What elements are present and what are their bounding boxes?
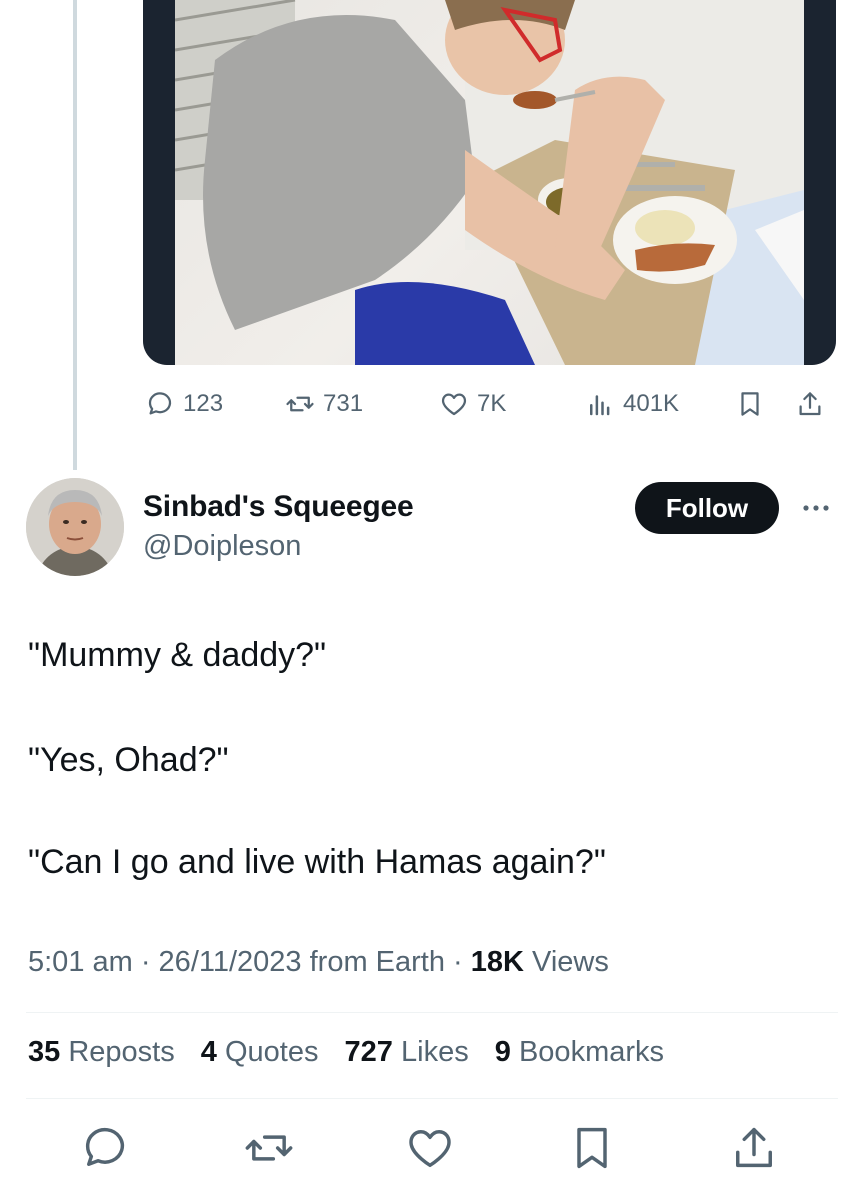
repost-action[interactable]: 731: [285, 382, 363, 426]
tweet-stats: 35 Reposts 4 Quotes 727 Likes 9 Bookmark…: [28, 1036, 682, 1069]
views-action[interactable]: 401K: [585, 382, 679, 426]
reply-count: 123: [183, 390, 224, 417]
repost-button[interactable]: [243, 1122, 295, 1174]
quotes-stat[interactable]: 4 Quotes: [201, 1036, 319, 1068]
bookmark-button[interactable]: [566, 1122, 618, 1174]
views-count: 401K: [623, 390, 680, 417]
media-photo[interactable]: [175, 0, 804, 365]
likes-count: 727: [344, 1036, 393, 1068]
bookmark-action[interactable]: [735, 382, 765, 426]
reply-icon: [85, 1127, 125, 1166]
photo-illustration: [175, 0, 804, 365]
bookmarks-count: 9: [494, 1036, 511, 1068]
divider: [26, 1012, 838, 1013]
tweet-media[interactable]: [143, 0, 836, 365]
divider: [26, 1098, 838, 1099]
reposts-stat[interactable]: 35 Reposts: [28, 1036, 175, 1068]
repost-icon: [245, 1135, 293, 1161]
quotes-label: Quotes: [216, 1036, 319, 1068]
author-display-name[interactable]: Sinbad's Squeegee: [143, 490, 414, 524]
views-label: Views: [523, 946, 609, 978]
parent-tweet-actions: 123 731 7K 401K: [143, 382, 843, 426]
views-icon: [590, 395, 610, 416]
repost-icon: [286, 396, 314, 412]
reply-button[interactable]: [79, 1122, 131, 1174]
tweet-actions: [0, 1122, 863, 1178]
avatar[interactable]: [26, 478, 124, 576]
reply-icon: [148, 392, 172, 415]
thread-connector: [73, 0, 77, 470]
tweet-text-line-3: "Can I go and live with Hamas again?": [28, 843, 606, 881]
avatar-photo: [26, 478, 124, 576]
share-action[interactable]: [795, 382, 825, 426]
share-button[interactable]: [728, 1122, 780, 1174]
likes-label: Likes: [392, 1036, 469, 1068]
like-icon: [441, 393, 467, 416]
share-icon: [799, 392, 821, 416]
follow-button[interactable]: Follow: [635, 482, 779, 534]
likes-stat[interactable]: 727 Likes: [345, 1036, 469, 1068]
reply-action[interactable]: 123: [145, 382, 223, 426]
bookmark-icon: [741, 392, 759, 416]
share-icon: [736, 1127, 772, 1168]
tweet-text-line-2: "Yes, Ohad?": [28, 741, 229, 779]
bookmarks-label: Bookmarks: [510, 1036, 665, 1068]
more-icon[interactable]: [798, 494, 834, 522]
like-count: 7K: [477, 390, 507, 417]
repost-count: 731: [323, 390, 364, 417]
like-button[interactable]: [404, 1122, 456, 1174]
like-icon: [409, 1130, 451, 1168]
bookmarks-stat[interactable]: 9 Bookmarks: [495, 1036, 664, 1068]
reposts-count: 35: [28, 1036, 61, 1068]
tweet-timestamp[interactable]: 5:01 am · 26/11/2023 from Earth ·: [28, 946, 471, 978]
reposts-label: Reposts: [60, 1036, 175, 1068]
tweet-meta: 5:01 am · 26/11/2023 from Earth · 18K Vi…: [28, 946, 609, 979]
quotes-count: 4: [200, 1036, 217, 1068]
bookmark-icon: [577, 1127, 607, 1169]
like-action[interactable]: 7K: [439, 382, 506, 426]
tweet-text-line-1: "Mummy & daddy?": [28, 636, 327, 674]
views-total[interactable]: 18K: [471, 946, 524, 978]
author-handle[interactable]: @Doipleson: [143, 530, 301, 563]
